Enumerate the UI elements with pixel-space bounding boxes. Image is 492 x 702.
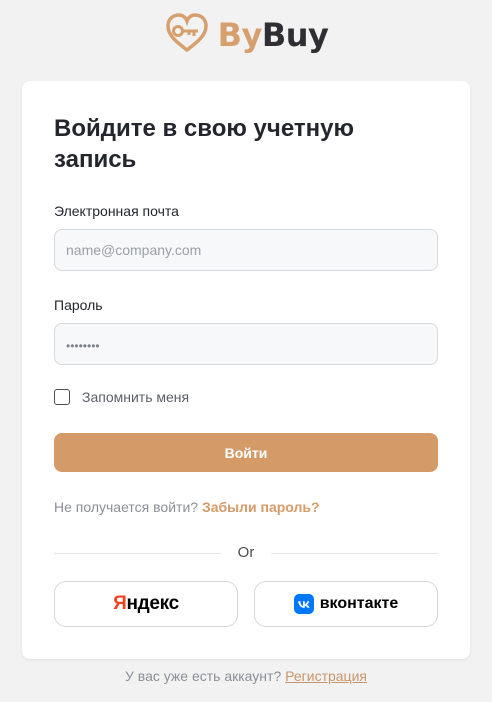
password-field[interactable] [54, 323, 438, 365]
register-prompt: У вас уже есть аккаунт? Регистрация [0, 668, 492, 684]
register-question: У вас уже есть аккаунт? [125, 668, 282, 684]
page-title: Войдите в свою учетную запись [54, 115, 354, 173]
password-label: Пароль [54, 297, 103, 313]
vk-label: вконтакте [319, 595, 399, 612]
brand-logo[interactable]: ByBuy [0, 10, 492, 60]
vk-icon [293, 594, 314, 614]
email-field[interactable] [54, 229, 438, 271]
remember-checkbox[interactable] [54, 389, 70, 405]
yandex-login-button[interactable]: Яндекс [54, 581, 238, 627]
password-masked-value: •••••••• [66, 339, 100, 353]
trouble-text: Не получается войти? [54, 499, 199, 515]
vk-login-button[interactable]: вконтакте [254, 581, 438, 627]
divider-line-right [271, 553, 438, 554]
heart-key-icon [164, 12, 210, 59]
brand-name-part1: By [217, 16, 263, 54]
yandex-logo-rest: ндекс [126, 593, 179, 614]
login-button[interactable]: Войти [54, 433, 438, 472]
remember-label: Запомнить меня [82, 389, 190, 405]
forgot-password-link[interactable]: Забыли пароль? [202, 499, 320, 515]
yandex-logo: Яндекс [113, 593, 179, 615]
or-divider: Or [54, 543, 438, 563]
brand-name-part2: Buy [261, 16, 329, 54]
help-text: Не получается войти? Забыли пароль? [54, 499, 320, 515]
yandex-logo-first-letter: Я [113, 593, 127, 614]
login-card: Войдите в свою учетную запись Электронна… [22, 81, 470, 659]
remember-me[interactable]: Запомнить меня [54, 389, 189, 405]
register-link[interactable]: Регистрация [285, 668, 367, 684]
email-label: Электронная почта [54, 203, 179, 219]
brand-name: ByBuy [218, 16, 329, 54]
